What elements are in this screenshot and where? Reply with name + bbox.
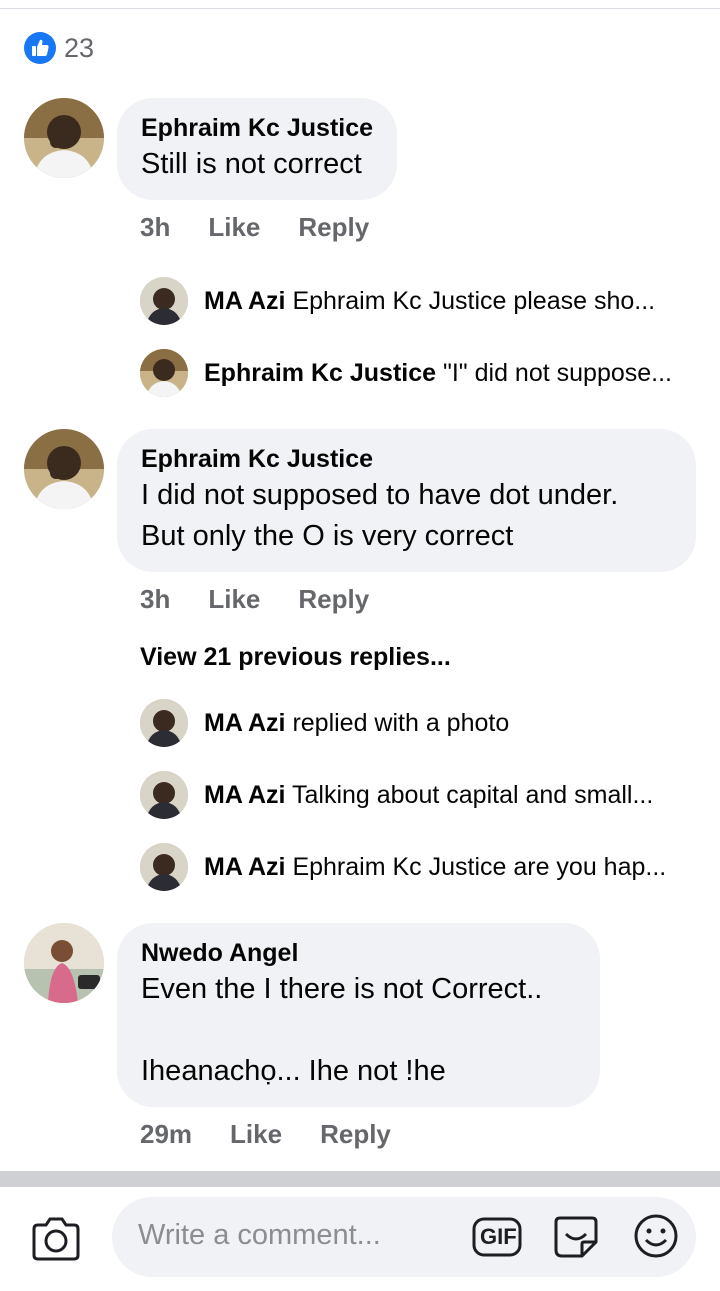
sticker-icon[interactable] — [552, 1212, 600, 1260]
reply-snippet: Talking about capital and small... — [291, 780, 654, 809]
comment-actions: 3h Like Reply — [140, 212, 407, 243]
comment-author[interactable]: Ephraim Kc Justice — [141, 443, 672, 475]
comment-input-placeholder: Write a comment... — [138, 1219, 381, 1251]
comment-author[interactable]: Ephraim Kc Justice — [141, 112, 373, 144]
reply-text: MA Azi Talking about capital and small..… — [204, 781, 653, 810]
comment-actions: 29m Like Reply — [140, 1119, 429, 1150]
reply-author[interactable]: MA Azi — [204, 287, 285, 315]
view-previous-replies-link[interactable]: View 21 previous replies... — [140, 643, 451, 672]
reply-preview[interactable]: MA Azi Ephraim Kc Justice are you hap... — [140, 843, 666, 891]
comment-bubble[interactable]: Ephraim Kc Justice I did not supposed to… — [117, 429, 696, 572]
reply-author[interactable]: MA Azi — [204, 709, 285, 737]
reply-button[interactable]: Reply — [298, 212, 369, 243]
comment-time[interactable]: 3h — [140, 584, 170, 615]
avatar[interactable] — [140, 771, 188, 819]
emoji-icon[interactable] — [632, 1212, 680, 1260]
reply-author[interactable]: MA Azi — [204, 853, 285, 881]
reply-preview[interactable]: MA Azi replied with a photo — [140, 699, 509, 747]
comment-time[interactable]: 29m — [140, 1119, 192, 1150]
reply-text: MA Azi Ephraim Kc Justice are you hap... — [204, 853, 666, 882]
reply-button[interactable]: Reply — [298, 584, 369, 615]
top-divider — [0, 8, 720, 9]
like-button[interactable]: Like — [208, 212, 260, 243]
like-button[interactable]: Like — [230, 1119, 282, 1150]
comment-time[interactable]: 3h — [140, 212, 170, 243]
reply-preview[interactable]: MA Azi Talking about capital and small..… — [140, 771, 653, 819]
section-divider — [0, 1171, 720, 1187]
reply-author[interactable]: Ephraim Kc Justice — [204, 359, 436, 387]
avatar[interactable] — [24, 923, 104, 1003]
gif-icon[interactable]: GIF — [472, 1215, 522, 1259]
reply-button[interactable]: Reply — [320, 1119, 391, 1150]
comment-text: I did not supposed to have dot under. Bu… — [141, 479, 619, 552]
reply-snippet: Ephraim Kc Justice are you hap... — [292, 852, 667, 881]
comment-composer: Write a comment... GIF — [0, 1187, 720, 1291]
like-thumb-icon — [24, 32, 56, 64]
comment-bubble[interactable]: Ephraim Kc Justice Still is not correct — [117, 98, 398, 200]
reply-preview[interactable]: Ephraim Kc Justice "I" did not suppose..… — [140, 349, 672, 397]
avatar[interactable] — [140, 699, 188, 747]
avatar[interactable] — [24, 98, 104, 178]
camera-icon[interactable] — [30, 1215, 82, 1263]
reaction-count: 23 — [64, 32, 95, 63]
avatar[interactable] — [24, 429, 104, 509]
reaction-summary[interactable]: 23 — [24, 32, 94, 64]
comment-text: Even the I there is not Correct.. Iheana… — [141, 973, 543, 1087]
avatar[interactable] — [140, 277, 188, 325]
comment-text: Still is not correct — [141, 148, 362, 180]
gif-label: GIF — [480, 1224, 517, 1249]
reply-text: MA Azi Ephraim Kc Justice please sho... — [204, 287, 655, 316]
reply-text: Ephraim Kc Justice "I" did not suppose..… — [204, 359, 672, 388]
reply-snippet: "I" did not suppose... — [442, 358, 672, 387]
reply-preview[interactable]: MA Azi Ephraim Kc Justice please sho... — [140, 277, 655, 325]
avatar[interactable] — [140, 843, 188, 891]
avatar[interactable] — [140, 349, 188, 397]
reply-text: MA Azi replied with a photo — [204, 709, 509, 738]
comment-actions: 3h Like Reply — [140, 584, 407, 615]
comment-input[interactable]: Write a comment... GIF — [112, 1197, 696, 1277]
comment-bubble[interactable]: Nwedo Angel Even the I there is not Corr… — [117, 923, 600, 1107]
comment-author[interactable]: Nwedo Angel — [141, 937, 576, 969]
reply-snippet: replied with a photo — [292, 708, 510, 737]
like-button[interactable]: Like — [208, 584, 260, 615]
reply-author[interactable]: MA Azi — [204, 781, 285, 809]
reply-snippet: Ephraim Kc Justice please sho... — [292, 286, 656, 315]
